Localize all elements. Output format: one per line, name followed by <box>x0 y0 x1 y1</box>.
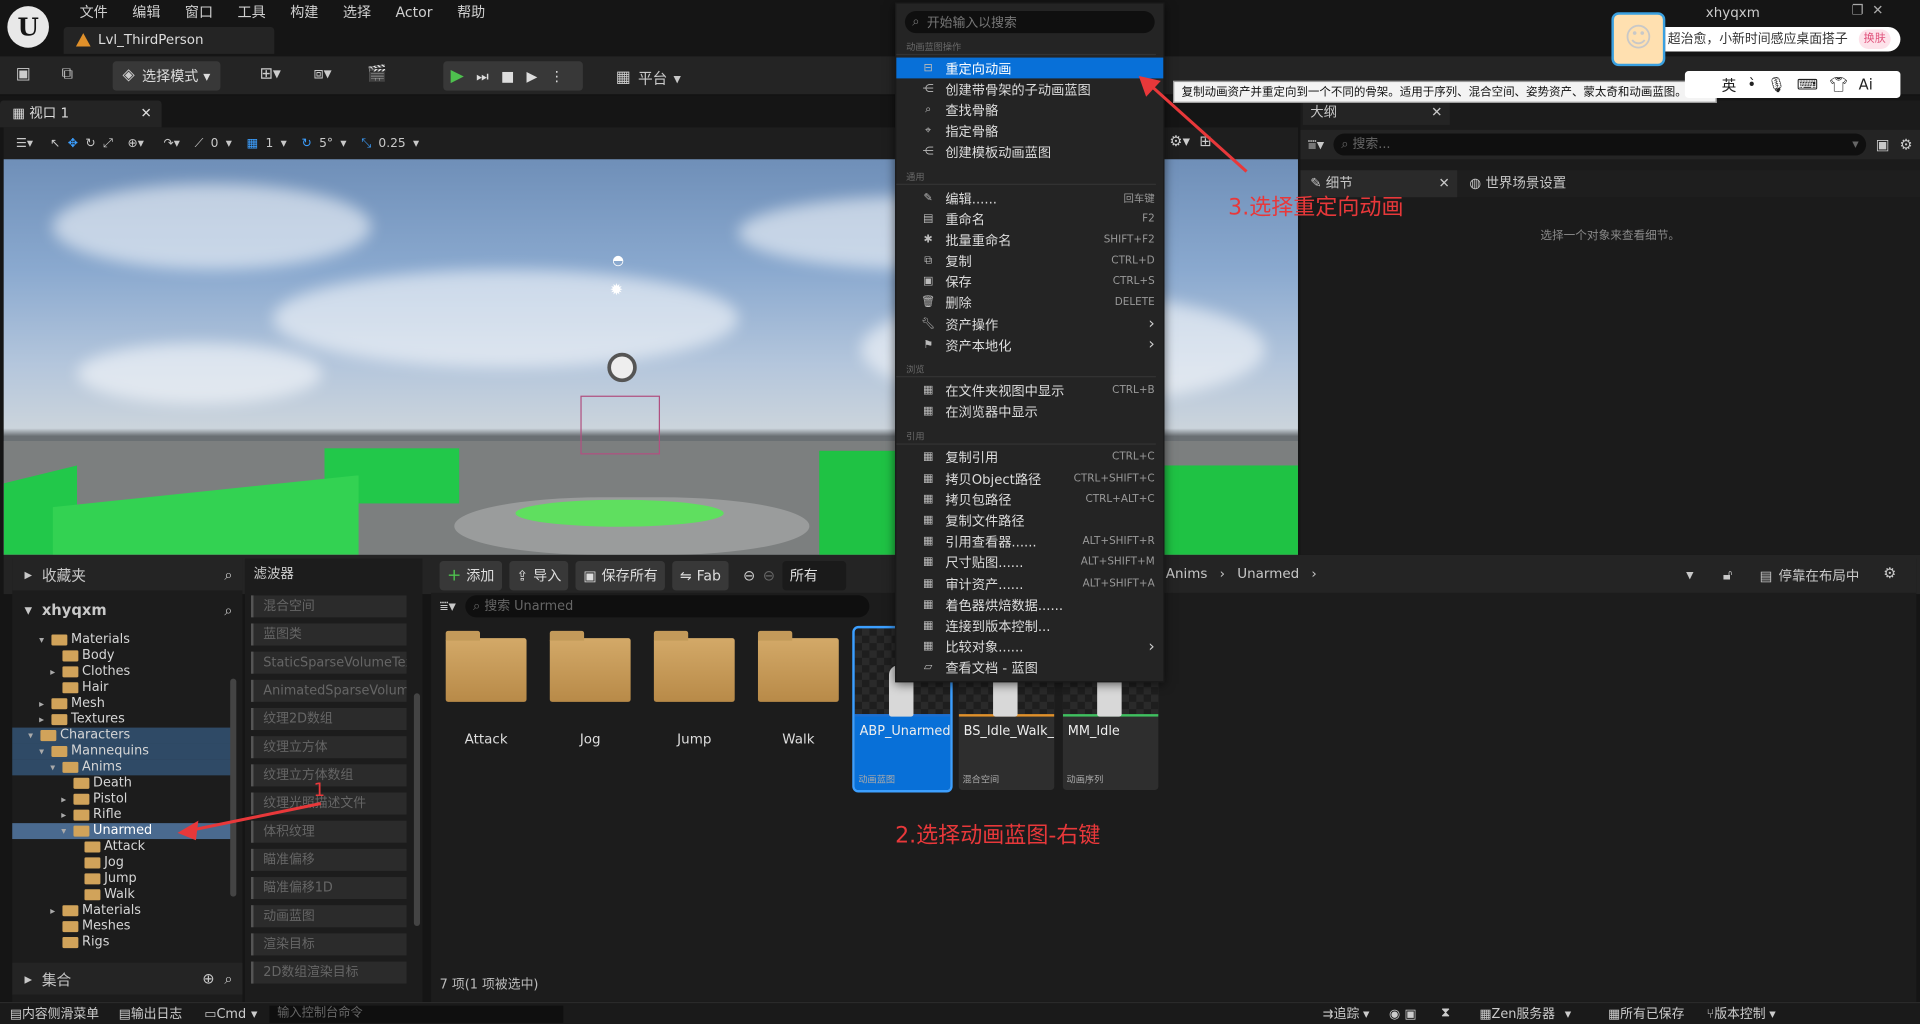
zen-icon: ▦ <box>1479 1006 1492 1021</box>
all-saved-status[interactable]: 所有已保存 <box>1620 1004 1684 1022</box>
version-control-button[interactable]: 版本控制 <box>1714 1004 1765 1022</box>
trace-icon: ⇉ <box>1322 1006 1334 1021</box>
arrow-head <box>177 820 199 841</box>
annotation-step3: 3.选择重定向动画 <box>1228 194 1404 221</box>
version-control-icon: ⑂ <box>1706 1006 1715 1021</box>
annotation-step1: 1 <box>313 779 326 802</box>
arrow-step3 <box>1150 84 1248 173</box>
drawer-icon: ▤ <box>9 1006 22 1021</box>
cmd-select[interactable]: Cmd <box>216 1006 246 1021</box>
chevron-down-icon: ▾ <box>251 1006 258 1021</box>
save-status-icon: ▦ <box>1607 1006 1621 1021</box>
arrow-head <box>1138 75 1161 97</box>
zen-server-button[interactable]: Zen服务器 <box>1492 1004 1555 1022</box>
arrow-step1 <box>189 802 322 832</box>
annotation-step2: 2.选择动画蓝图-右键 <box>895 823 1101 849</box>
derived-data-icon[interactable]: ◉ ▣ <box>1389 1006 1416 1021</box>
trace-button[interactable]: 追踪 <box>1334 1004 1360 1022</box>
console-input[interactable]: 输入控制台命令 <box>269 1005 564 1023</box>
log-icon: ▤ <box>118 1006 131 1021</box>
cmd-icon: ▭ <box>204 1006 217 1021</box>
status-bar: ▤ 内容侧滑菜单 ▤ 输出日志 ▭ Cmd ▾ 输入控制台命令 ⇉ 追踪 ▾ ◉ ▣… <box>0 1001 1920 1024</box>
content-drawer-button[interactable]: 内容侧滑菜单 <box>22 1004 99 1022</box>
output-log-button[interactable]: 输出日志 <box>131 1004 182 1022</box>
annotation-arrows <box>177 75 1248 841</box>
hourglass-icon[interactable]: ⧗ <box>1441 1006 1450 1022</box>
